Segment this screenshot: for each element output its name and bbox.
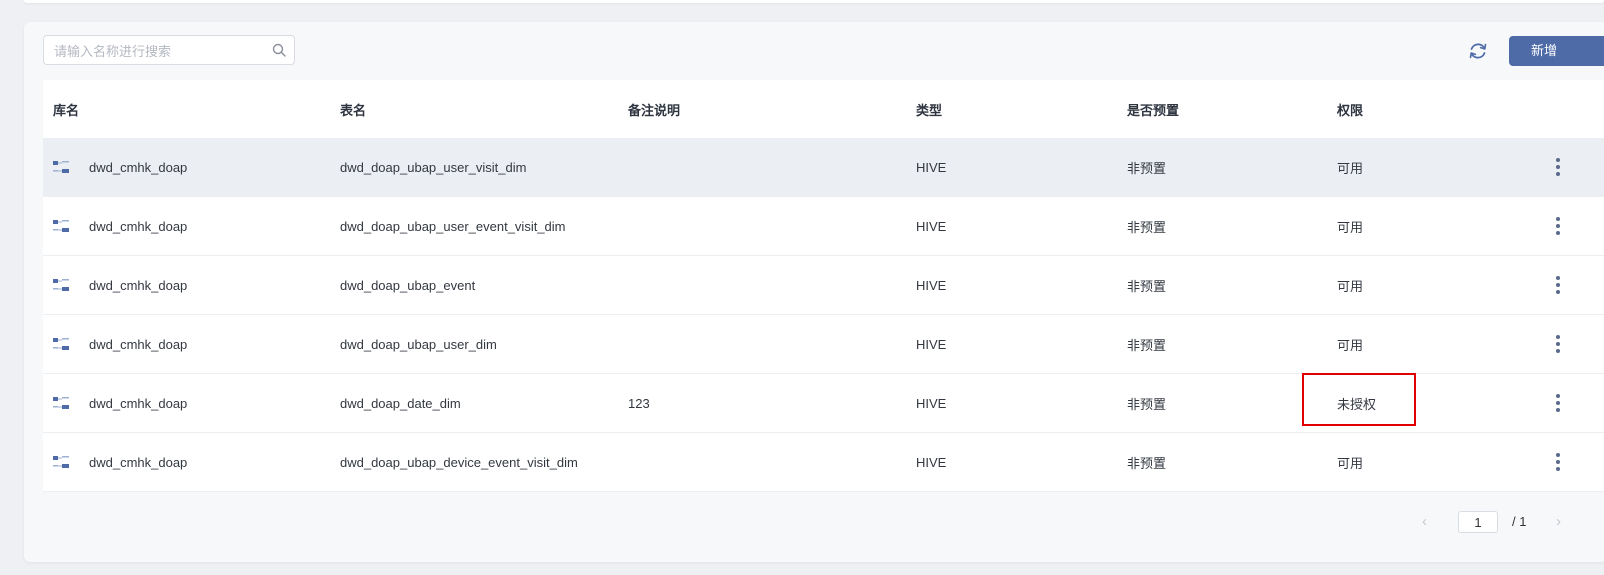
cell-table-name: dwd_doap_ubap_event <box>340 277 476 293</box>
database-table-icon <box>53 397 69 409</box>
column-header-db: 库名 <box>53 102 80 118</box>
cell-type: HIVE <box>916 277 947 293</box>
cell-table-name: dwd_doap_ubap_user_event_visit_dim <box>340 218 566 234</box>
column-header-preset: 是否预置 <box>1127 102 1180 118</box>
page-number-input[interactable] <box>1458 511 1498 533</box>
table-card: 新增 库名 表名 备注说明 类型 是否预置 权限 dwd_cmhk_doapdw… <box>24 22 1604 562</box>
cell-permission: 可用 <box>1337 219 1364 235</box>
cell-db-name: dwd_cmhk_doap <box>89 218 188 234</box>
cell-db-name: dwd_cmhk_doap <box>89 277 188 293</box>
cell-type: HIVE <box>916 454 947 470</box>
cell-db-name: dwd_cmhk_doap <box>89 336 188 352</box>
cell-permission: 可用 <box>1337 455 1364 471</box>
cell-type: HIVE <box>916 159 947 175</box>
database-table-icon <box>53 279 69 291</box>
more-vertical-icon[interactable] <box>1555 157 1561 177</box>
table-row[interactable]: dwd_cmhk_doap dwd_doap_ubap_user_visit_di… <box>43 138 1604 197</box>
page-total: / 1 <box>1512 514 1527 529</box>
cell-db-name: dwd_cmhk_doap <box>89 159 188 175</box>
cell-type: HIVE <box>916 336 947 352</box>
more-vertical-icon[interactable] <box>1555 393 1561 413</box>
cell-type: HIVE <box>916 218 947 234</box>
more-vertical-icon[interactable] <box>1555 216 1561 236</box>
chevron-left-icon[interactable]: ‹ <box>1422 511 1436 533</box>
table-row[interactable]: dwd_cmhk_doap dwd_doap_date_dim 123 HIVE 非预置… <box>43 374 1604 433</box>
cell-preset: 非预置 <box>1127 219 1167 235</box>
column-header-remark: 备注说明 <box>628 102 681 118</box>
cell-table-name: dwd_doap_ubap_user_dim <box>340 336 497 352</box>
database-table-icon <box>53 220 69 232</box>
cell-table-name: dwd_doap_ubap_user_visit_dim <box>340 159 527 175</box>
column-header-permission: 权限 <box>1337 102 1364 118</box>
cell-permission: 可用 <box>1337 337 1364 353</box>
refresh-icon[interactable] <box>1467 40 1489 62</box>
cell-preset: 非预置 <box>1127 278 1167 294</box>
table-row[interactable]: dwd_cmhk_doap dwd_doap_ubap_user_dim HIVE 非… <box>43 315 1604 374</box>
table-row[interactable]: dwd_cmhk_doap dwd_doap_ubap_user_event_vi… <box>43 197 1604 256</box>
cell-db-name: dwd_cmhk_doap <box>89 395 188 411</box>
search-icon[interactable] <box>272 43 286 57</box>
more-vertical-icon[interactable] <box>1555 275 1561 295</box>
search-field[interactable] <box>43 35 295 66</box>
more-vertical-icon[interactable] <box>1555 334 1561 354</box>
chevron-right-icon[interactable]: › <box>1556 511 1570 533</box>
cell-table-name: dwd_doap_date_dim <box>340 395 461 411</box>
cell-permission: 可用 <box>1337 160 1364 176</box>
top-panel-edge <box>24 0 1604 3</box>
cell-db-name: dwd_cmhk_doap <box>89 454 188 470</box>
add-button[interactable]: 新增 <box>1509 36 1604 66</box>
column-header-type: 类型 <box>916 102 943 118</box>
table-row[interactable]: dwd_cmhk_doap dwd_doap_ubap_event HIVE 非预置 可… <box>43 256 1604 315</box>
table-header: 库名 表名 备注说明 类型 是否预置 权限 <box>43 80 1604 138</box>
cell-preset: 非预置 <box>1127 160 1167 176</box>
database-table-icon <box>53 456 69 468</box>
cell-preset: 非预置 <box>1127 396 1167 412</box>
cell-permission: 未授权 <box>1337 396 1377 412</box>
cell-preset: 非预置 <box>1127 337 1167 353</box>
cell-type: HIVE <box>916 395 947 411</box>
database-table-icon <box>53 338 69 350</box>
table-row[interactable]: dwd_cmhk_doap dwd_doap_ubap_device_event_… <box>43 433 1604 492</box>
cell-remark: 123 <box>628 395 650 411</box>
more-vertical-icon[interactable] <box>1555 452 1561 472</box>
cell-table-name: dwd_doap_ubap_device_event_visit_dim <box>340 454 578 470</box>
cell-permission: 可用 <box>1337 278 1364 294</box>
data-table: 库名 表名 备注说明 类型 是否预置 权限 dwd_cmhk_doap dwd_d… <box>43 80 1604 492</box>
column-header-table: 表名 <box>340 102 367 118</box>
search-input[interactable] <box>52 36 266 66</box>
database-table-icon <box>53 161 69 173</box>
cell-preset: 非预置 <box>1127 455 1167 471</box>
